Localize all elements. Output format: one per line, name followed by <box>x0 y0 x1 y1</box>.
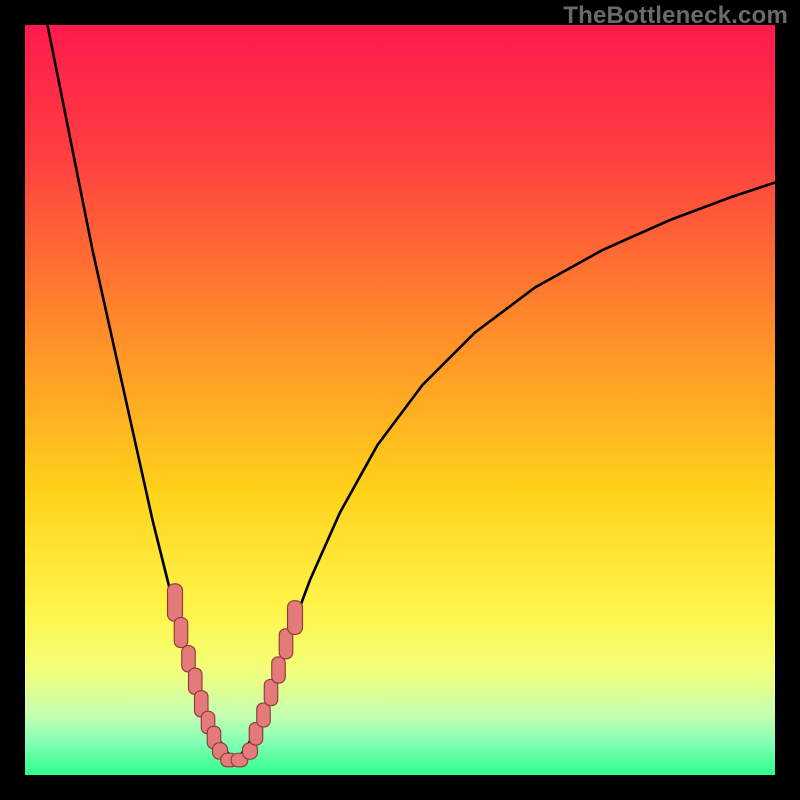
chart-frame: TheBottleneck.com <box>0 0 800 800</box>
curve-layer <box>25 25 775 775</box>
markers <box>168 584 303 767</box>
marker <box>174 618 187 648</box>
marker <box>288 601 303 635</box>
marker <box>168 584 183 622</box>
right-curve <box>235 183 775 761</box>
left-curve <box>48 25 236 760</box>
watermark-text: TheBottleneck.com <box>563 2 788 30</box>
plot-area <box>25 25 775 775</box>
marker <box>272 657 286 683</box>
marker <box>257 703 271 727</box>
